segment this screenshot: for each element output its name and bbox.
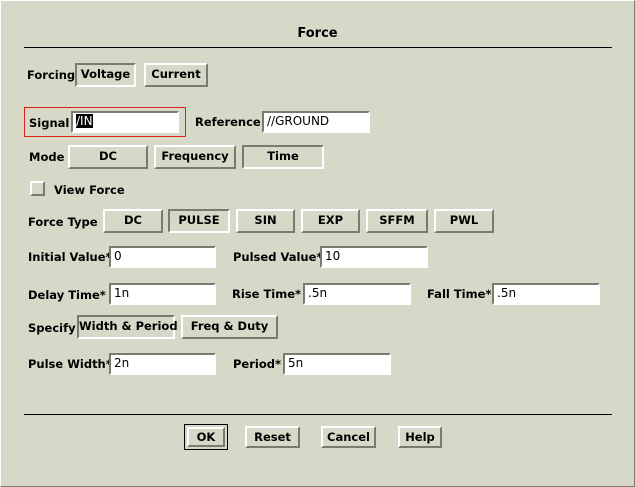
signal-label: Signal xyxy=(29,116,70,130)
signal-input-value: /IN xyxy=(76,114,93,128)
specify-label: Specify xyxy=(28,321,76,335)
pulse-width-label: Pulse Width* xyxy=(28,357,112,371)
reference-label: Reference xyxy=(195,115,261,129)
rise-time-label: Rise Time* xyxy=(232,287,302,301)
forcing-voltage-button[interactable]: Voltage xyxy=(75,63,136,87)
delay-time-input[interactable]: 1n xyxy=(109,283,216,305)
delay-time-label: Delay Time* xyxy=(28,288,106,302)
force-type-dc-button[interactable]: DC xyxy=(103,209,163,233)
pulsed-value-input[interactable]: 10 xyxy=(320,246,428,268)
fall-time-input[interactable]: .5n xyxy=(492,283,600,305)
force-dialog: Force Forcing Voltage Current Signal /IN… xyxy=(0,0,635,487)
force-type-sffm-button[interactable]: SFFM xyxy=(366,209,428,233)
title-divider xyxy=(24,47,612,48)
specify-freq-duty-button[interactable]: Freq & Duty xyxy=(181,315,278,339)
period-input[interactable]: 5n xyxy=(283,353,391,375)
force-type-pulse-button[interactable]: PULSE xyxy=(168,209,230,233)
mode-frequency-button[interactable]: Frequency xyxy=(154,145,236,169)
initial-value-label: Initial Value* xyxy=(28,250,112,264)
force-type-label: Force Type xyxy=(28,215,98,229)
initial-value-input[interactable]: 0 xyxy=(109,246,216,268)
reset-button[interactable]: Reset xyxy=(245,426,300,448)
pulse-width-input[interactable]: 2n xyxy=(109,353,216,375)
forcing-label: Forcing xyxy=(27,68,76,82)
rise-time-input[interactable]: .5n xyxy=(303,283,411,305)
force-type-exp-button[interactable]: EXP xyxy=(301,209,360,233)
view-force-label: View Force xyxy=(54,183,125,197)
period-label: Period* xyxy=(233,357,281,371)
mode-label: Mode xyxy=(29,150,65,164)
signal-input[interactable]: /IN xyxy=(71,111,179,133)
mode-dc-button[interactable]: DC xyxy=(68,145,148,169)
reference-input[interactable]: //GROUND xyxy=(262,111,370,133)
view-force-checkbox[interactable] xyxy=(30,181,45,196)
force-type-sin-button[interactable]: SIN xyxy=(236,209,295,233)
mode-time-button[interactable]: Time xyxy=(242,145,324,169)
pulsed-value-label: Pulsed Value* xyxy=(233,250,323,264)
dialog-title: Force xyxy=(297,26,338,41)
footer-divider xyxy=(24,414,612,415)
force-type-pwl-button[interactable]: PWL xyxy=(434,209,494,233)
help-button[interactable]: Help xyxy=(398,426,442,448)
ok-button[interactable]: OK xyxy=(187,427,225,447)
cancel-button[interactable]: Cancel xyxy=(321,426,376,448)
fall-time-label: Fall Time* xyxy=(427,287,492,301)
forcing-current-button[interactable]: Current xyxy=(144,63,208,87)
specify-width-period-button[interactable]: Width & Period xyxy=(77,315,178,339)
